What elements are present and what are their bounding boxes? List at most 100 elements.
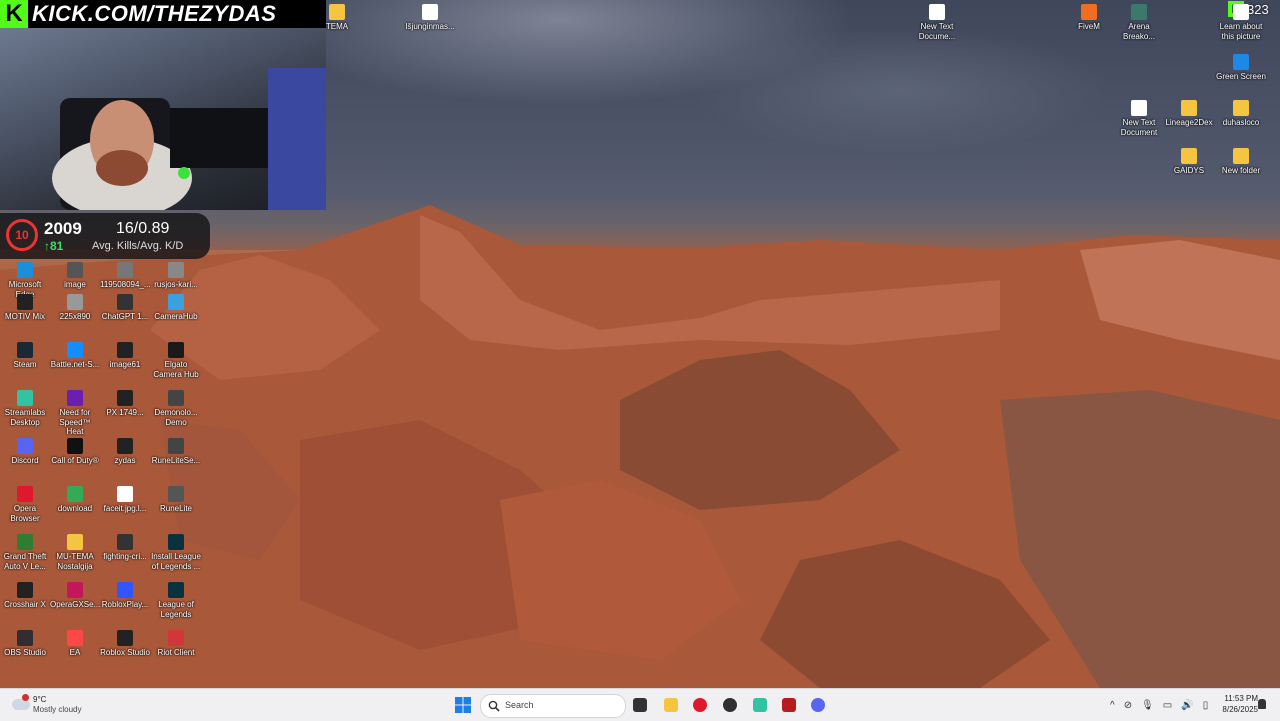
microphone-icon[interactable]: 🎙 bbox=[1141, 700, 1154, 711]
desktop-icon[interactable]: image61 bbox=[100, 342, 150, 370]
clock-date: 8/26/2025 bbox=[1222, 705, 1258, 714]
desktop-icon[interactable]: New Text Document bbox=[1114, 100, 1164, 137]
desktop-icon[interactable]: RuneLiteSe... bbox=[151, 438, 201, 466]
taskbar-app-button[interactable] bbox=[808, 695, 828, 715]
desktop-icon-label: PX 1749... bbox=[106, 408, 144, 417]
desktop-icon[interactable]: MU-TEMA Nostalgija bbox=[50, 534, 100, 571]
roblox-icon bbox=[117, 582, 133, 598]
desktop-icon[interactable]: OperaGXSe... bbox=[50, 582, 100, 610]
image-file-icon bbox=[67, 262, 83, 278]
image-file-icon bbox=[117, 390, 133, 406]
image-file-icon bbox=[67, 294, 83, 310]
desktop-icon-label: rusjos-kari... bbox=[154, 280, 198, 289]
desktop-icon[interactable]: Grand Theft Auto V Le... bbox=[0, 534, 50, 571]
desktop-icon-label: Elgato Camera Hub bbox=[153, 360, 199, 379]
desktop-icon[interactable]: fighting-cri... bbox=[100, 534, 150, 562]
taskbar-app-button[interactable] bbox=[661, 695, 681, 715]
desktop-icon-label: ChatGPT 1... bbox=[101, 312, 149, 321]
desktop-icon[interactable]: Opera Browser bbox=[0, 486, 50, 523]
faceit-level-icon: 10 bbox=[6, 219, 38, 251]
taskbar-app-button[interactable] bbox=[750, 695, 770, 715]
desktop-icon[interactable]: TEMA bbox=[312, 4, 362, 32]
desktop-icon[interactable]: Demonolo... Demo bbox=[151, 390, 201, 427]
desktop-icon[interactable]: Elgato Camera Hub bbox=[151, 342, 201, 379]
image-file-icon bbox=[117, 262, 133, 278]
desktop-icon[interactable]: Discord bbox=[0, 438, 50, 466]
desktop-icon[interactable]: GAIDYS bbox=[1164, 148, 1214, 176]
taskbar-app-button[interactable] bbox=[720, 695, 740, 715]
desktop-icon[interactable]: Riot Client bbox=[151, 630, 201, 658]
image-file-icon bbox=[117, 438, 133, 454]
text-file-icon bbox=[929, 4, 945, 20]
desktop-icon[interactable]: Lineage2Dex bbox=[1164, 100, 1214, 128]
desktop-icon[interactable]: OBS Studio bbox=[0, 630, 50, 658]
desktop-icon[interactable]: faceit.jpg.l... bbox=[100, 486, 150, 514]
windows-logo-icon bbox=[455, 697, 471, 713]
start-button[interactable] bbox=[455, 697, 471, 713]
notification-bell-icon[interactable] bbox=[1258, 699, 1266, 709]
image-file-icon bbox=[67, 486, 83, 502]
desktop-icon[interactable]: RuneLite bbox=[151, 486, 201, 514]
desktop-icon[interactable]: Learn about this picture bbox=[1216, 4, 1266, 41]
desktop-icon[interactable]: Roblox Studio bbox=[100, 630, 150, 658]
arena-breakout-icon bbox=[1131, 4, 1147, 20]
desktop-icon[interactable]: rusjos-kari... bbox=[151, 262, 201, 290]
desktop-icon[interactable]: New folder bbox=[1216, 148, 1266, 176]
desktop-icon[interactable]: Streamlabs Desktop bbox=[0, 390, 50, 427]
desktop-icon-label: New Text Document bbox=[1120, 118, 1158, 137]
desktop-icon-label: League of Legends bbox=[158, 600, 194, 619]
webcam-feed bbox=[0, 28, 326, 210]
discord-icon bbox=[17, 438, 33, 454]
desktop-icon[interactable]: CameraHub bbox=[151, 294, 201, 322]
weather-widget[interactable]: 9°C Mostly cloudy bbox=[10, 693, 110, 717]
desktop-icon[interactable]: Need for Speed™ Heat bbox=[50, 390, 100, 437]
network-off-icon[interactable]: ⊘ bbox=[1124, 700, 1132, 711]
desktop-icon[interactable]: Išjunginmas... bbox=[405, 4, 455, 32]
clock[interactable]: 11:53 PM 8/26/2025 bbox=[1208, 693, 1258, 715]
league-icon bbox=[168, 582, 184, 598]
desktop-icon[interactable]: Arena Breako... bbox=[1114, 4, 1164, 41]
desktop-icon[interactable]: Battle.net-S... bbox=[50, 342, 100, 370]
desktop-icon[interactable]: Call of Duty® bbox=[50, 438, 100, 466]
desktop-icon[interactable]: PX 1749... bbox=[100, 390, 150, 418]
desktop-icon[interactable]: EA bbox=[50, 630, 100, 658]
desktop-icon[interactable]: RobloxPlay... bbox=[100, 582, 150, 610]
desktop-icon[interactable]: Green Screen bbox=[1216, 54, 1266, 82]
desktop-icon[interactable]: League of Legends bbox=[151, 582, 201, 619]
nfs-icon bbox=[67, 390, 83, 406]
desktop-icon[interactable]: download bbox=[50, 486, 100, 514]
desktop-icon[interactable]: 119508094_... bbox=[100, 262, 151, 290]
wifi-icon[interactable]: ▭ bbox=[1163, 700, 1172, 711]
desktop-icon[interactable]: MOTIV Mix bbox=[0, 294, 50, 322]
desktop-icon[interactable]: New Text Docume... bbox=[912, 4, 962, 41]
desktop-icon-label: New Text Docume... bbox=[918, 22, 956, 41]
desktop-icon[interactable]: 225x890 bbox=[50, 294, 100, 322]
desktop-icon[interactable]: image bbox=[50, 262, 100, 290]
desktop-icon[interactable]: Steam bbox=[0, 342, 50, 370]
riot-icon bbox=[168, 630, 184, 646]
runelite-icon bbox=[168, 486, 184, 502]
kick-logo-icon: K bbox=[0, 0, 28, 28]
desktop-icon-label: fighting-cri... bbox=[103, 552, 147, 561]
elo-value: 2009 bbox=[44, 219, 82, 238]
crosshair-icon bbox=[17, 582, 33, 598]
desktop-icon[interactable]: Crosshair X bbox=[0, 582, 50, 610]
taskbar-app-button[interactable] bbox=[779, 695, 799, 715]
desktop-icon-label: Install League of Legends ... bbox=[151, 552, 201, 571]
volume-icon[interactable]: 🔊 bbox=[1181, 700, 1193, 711]
desktop-icon-label: Battle.net-S... bbox=[50, 360, 100, 369]
desktop-icon[interactable]: Install League of Legends ... bbox=[151, 534, 201, 571]
stream-url-text: KICK.COM/THEZYDAS bbox=[32, 1, 277, 26]
desktop-icon[interactable]: duhasloco bbox=[1216, 100, 1266, 128]
chevron-up-icon[interactable]: ^ bbox=[1110, 700, 1115, 711]
taskbar-app-button[interactable] bbox=[690, 695, 710, 715]
desktop-icon[interactable]: ChatGPT 1... bbox=[100, 294, 150, 322]
steam-icon bbox=[17, 342, 33, 358]
desktop-icon-label: MU-TEMA Nostalgija bbox=[56, 552, 94, 571]
taskbar-app-button[interactable] bbox=[630, 695, 650, 715]
search-box[interactable]: Search bbox=[480, 694, 626, 718]
desktop-icon[interactable]: zydas bbox=[100, 438, 150, 466]
desktop-icon-label: FiveM bbox=[1078, 22, 1100, 31]
opera-icon bbox=[17, 486, 33, 502]
desktop-icon[interactable]: FiveM bbox=[1064, 4, 1114, 32]
